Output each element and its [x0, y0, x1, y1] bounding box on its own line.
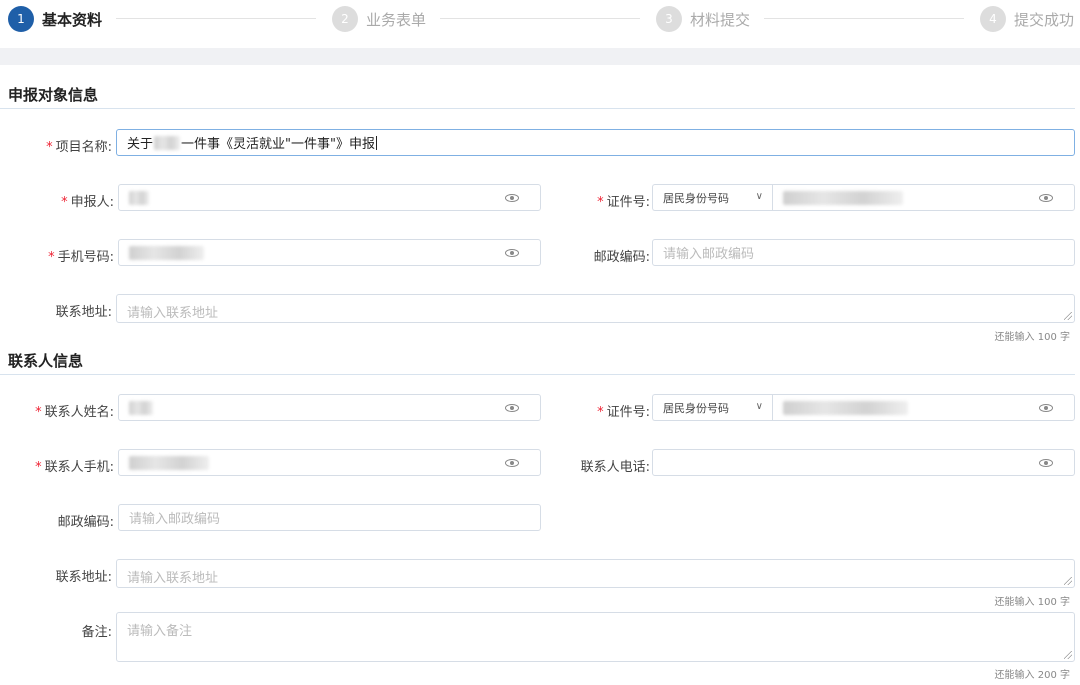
- eye-icon[interactable]: [1039, 459, 1053, 467]
- contact-tel-input[interactable]: [652, 449, 1075, 476]
- step-1-number: 1: [8, 6, 34, 32]
- resize-handle[interactable]: [1064, 312, 1072, 320]
- remark-textarea[interactable]: 请输入备注: [116, 612, 1075, 662]
- redacted-text: [783, 190, 903, 205]
- eye-icon[interactable]: [1039, 404, 1053, 412]
- chevron-down-icon: ∨: [755, 191, 763, 202]
- address-label: 联系地址:: [55, 305, 112, 320]
- contact-name-input[interactable]: [118, 394, 541, 421]
- address-textarea[interactable]: 请输入联系地址: [116, 294, 1075, 323]
- divider-band: [0, 48, 1080, 65]
- required-marker: *: [597, 195, 604, 210]
- required-marker: *: [46, 140, 53, 155]
- phone-label: * 手机号码:: [48, 250, 114, 265]
- step-connector: [440, 18, 640, 19]
- section-divider: [0, 108, 1075, 109]
- remark-label: 备注:: [81, 625, 112, 640]
- required-marker: *: [35, 405, 42, 420]
- id-number-input[interactable]: [772, 184, 1075, 211]
- applicant-input[interactable]: [118, 184, 541, 211]
- step-3-number: 3: [656, 6, 682, 32]
- project-name-label: * 项目名称:: [46, 140, 112, 155]
- redacted-text: [129, 245, 204, 260]
- contact-mobile-label: * 联系人手机:: [35, 460, 114, 475]
- step-1[interactable]: 1 基本资料: [8, 6, 102, 32]
- required-marker: *: [35, 460, 42, 475]
- resize-handle[interactable]: [1064, 577, 1072, 585]
- postal-code-input[interactable]: 请输入邮政编码: [652, 239, 1075, 266]
- applicant-label: * 申报人:: [61, 195, 114, 210]
- step-1-label: 基本资料: [42, 10, 103, 29]
- step-4[interactable]: 4 提交成功: [980, 6, 1074, 32]
- contact-id-input[interactable]: [772, 394, 1075, 421]
- required-marker: *: [48, 250, 55, 265]
- contact-mobile-input[interactable]: [118, 449, 541, 476]
- phone-input[interactable]: [118, 239, 541, 266]
- contact-postal-input[interactable]: 请输入邮政编码: [118, 504, 541, 531]
- step-2-number: 2: [332, 6, 358, 32]
- step-4-label: 提交成功: [1014, 10, 1075, 29]
- contact-tel-label: 联系人电话:: [580, 460, 650, 475]
- id-type-select[interactable]: 居民身份号码 ∨: [652, 184, 772, 211]
- redacted-text: [129, 400, 153, 415]
- project-name-input[interactable]: 关于 一件事《灵活就业"一件事"》申报: [116, 129, 1075, 156]
- step-3[interactable]: 3 材料提交: [656, 6, 750, 32]
- redacted-text: [154, 135, 181, 150]
- contact-id-type-select[interactable]: 居民身份号码 ∨: [652, 394, 772, 421]
- step-2-label: 业务表单: [366, 10, 427, 29]
- section-contact-title: 联系人信息: [8, 352, 84, 370]
- step-3-label: 材料提交: [690, 10, 751, 29]
- contact-address-char-counter: 还能输入 100 字: [994, 597, 1070, 608]
- eye-icon[interactable]: [505, 459, 519, 467]
- text-cursor: [375, 135, 377, 150]
- step-connector: [116, 18, 316, 19]
- required-marker: *: [61, 195, 68, 210]
- redacted-text: [783, 400, 908, 415]
- remark-char-counter: 还能输入 200 字: [994, 670, 1070, 681]
- contact-name-label: * 联系人姓名:: [35, 405, 114, 420]
- section-applicant-title: 申报对象信息: [8, 86, 99, 104]
- chevron-down-icon: ∨: [755, 401, 763, 412]
- eye-icon[interactable]: [505, 249, 519, 257]
- contact-id-label: * 证件号:: [597, 405, 650, 420]
- section-divider: [0, 374, 1075, 375]
- contact-address-textarea[interactable]: 请输入联系地址: [116, 559, 1075, 588]
- step-2[interactable]: 2 业务表单: [332, 6, 426, 32]
- address-char-counter: 还能输入 100 字: [994, 332, 1070, 343]
- eye-icon[interactable]: [1039, 194, 1053, 202]
- eye-icon[interactable]: [505, 194, 519, 202]
- redacted-text: [129, 455, 209, 470]
- eye-icon[interactable]: [505, 404, 519, 412]
- contact-address-label: 联系地址:: [55, 570, 112, 585]
- postal-code-label: 邮政编码:: [593, 250, 650, 265]
- redacted-text: [129, 190, 149, 205]
- resize-handle[interactable]: [1064, 651, 1072, 659]
- contact-postal-label: 邮政编码:: [57, 515, 114, 530]
- step-connector: [764, 18, 964, 19]
- steps-bar: 1 基本资料 2 业务表单 3 材料提交 4 提交成功: [0, 0, 1080, 40]
- step-4-number: 4: [980, 6, 1006, 32]
- required-marker: *: [597, 405, 604, 420]
- id-number-label: * 证件号:: [597, 195, 650, 210]
